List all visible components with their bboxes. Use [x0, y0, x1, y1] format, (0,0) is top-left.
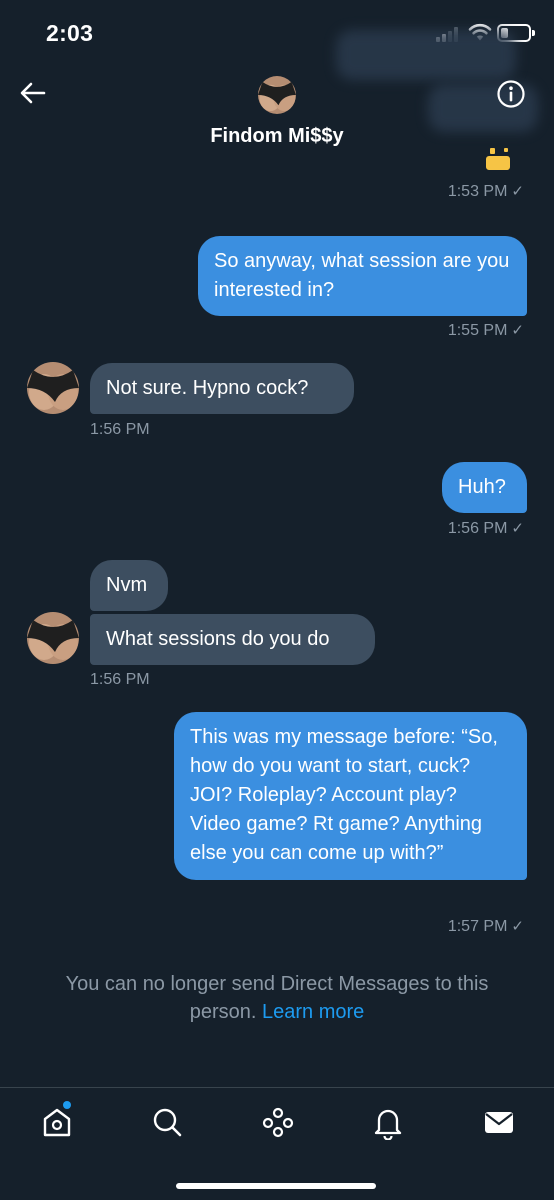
partial-emoji-icon: [486, 148, 510, 170]
notifications-icon: [374, 1109, 402, 1141]
read-check-icon: ✓: [511, 183, 524, 200]
message-text: Nvm: [106, 574, 148, 596]
dm-disabled-notice: You can no longer send Direct Messages t…: [30, 970, 524, 1026]
spaces-icon: [262, 1107, 294, 1138]
dm-conversation-screen: 2:03 Findom Mi$$y 1:53 PM ✓ So anyway, w…: [0, 0, 554, 1200]
sender-avatar[interactable]: [27, 362, 79, 414]
read-check-icon: ✓: [511, 918, 524, 935]
search-icon: [153, 1108, 182, 1137]
sender-avatar[interactable]: [27, 612, 79, 664]
read-check-icon: ✓: [511, 520, 524, 537]
back-arrow-icon[interactable]: [18, 78, 48, 108]
notifications-tab[interactable]: [370, 1104, 406, 1141]
home-tab[interactable]: [39, 1101, 75, 1140]
outgoing-message-bubble[interactable]: This was my message before: “So, how do …: [174, 712, 527, 880]
outgoing-message-bubble[interactable]: Huh?: [442, 462, 527, 513]
message-text: Huh?: [458, 476, 506, 498]
spaces-tab[interactable]: [260, 1104, 296, 1140]
read-check-icon: ✓: [511, 322, 524, 339]
message-timestamp: 1:53 PM ✓: [447, 183, 524, 200]
message-timestamp: 1:56 PM ✓: [447, 520, 524, 537]
search-tab[interactable]: [149, 1104, 185, 1140]
conversation-avatar[interactable]: [258, 76, 296, 114]
incoming-message-bubble[interactable]: What sessions do you do: [90, 614, 375, 665]
home-indicator[interactable]: [176, 1183, 376, 1189]
message-text: What sessions do you do: [106, 628, 330, 650]
learn-more-link[interactable]: Learn more: [262, 1001, 364, 1023]
home-notification-dot: [63, 1101, 71, 1109]
outgoing-message-bubble[interactable]: So anyway, what session are you interest…: [198, 236, 527, 316]
message-timestamp: 1:56 PM: [90, 671, 150, 688]
message-text: So anyway, what session are you interest…: [214, 250, 510, 301]
incoming-message-bubble[interactable]: Not sure. Hypno cock?: [90, 363, 354, 414]
message-text: Not sure. Hypno cock?: [106, 377, 309, 399]
message-timestamp: 1:55 PM ✓: [447, 322, 524, 339]
info-icon[interactable]: [496, 79, 526, 109]
conversation-title[interactable]: Findom Mi$$y: [0, 125, 554, 148]
incoming-message-bubble[interactable]: Nvm: [90, 560, 168, 611]
message-text: This was my message before: “So, how do …: [190, 726, 498, 864]
blurred-notification: [336, 30, 516, 80]
message-timestamp: 1:57 PM ✓: [447, 918, 524, 935]
home-icon: [43, 1108, 71, 1137]
messages-tab[interactable]: [481, 1104, 517, 1140]
messages-icon: [485, 1112, 513, 1133]
status-time: 2:03: [46, 20, 94, 46]
message-timestamp: 1:56 PM: [90, 421, 150, 438]
